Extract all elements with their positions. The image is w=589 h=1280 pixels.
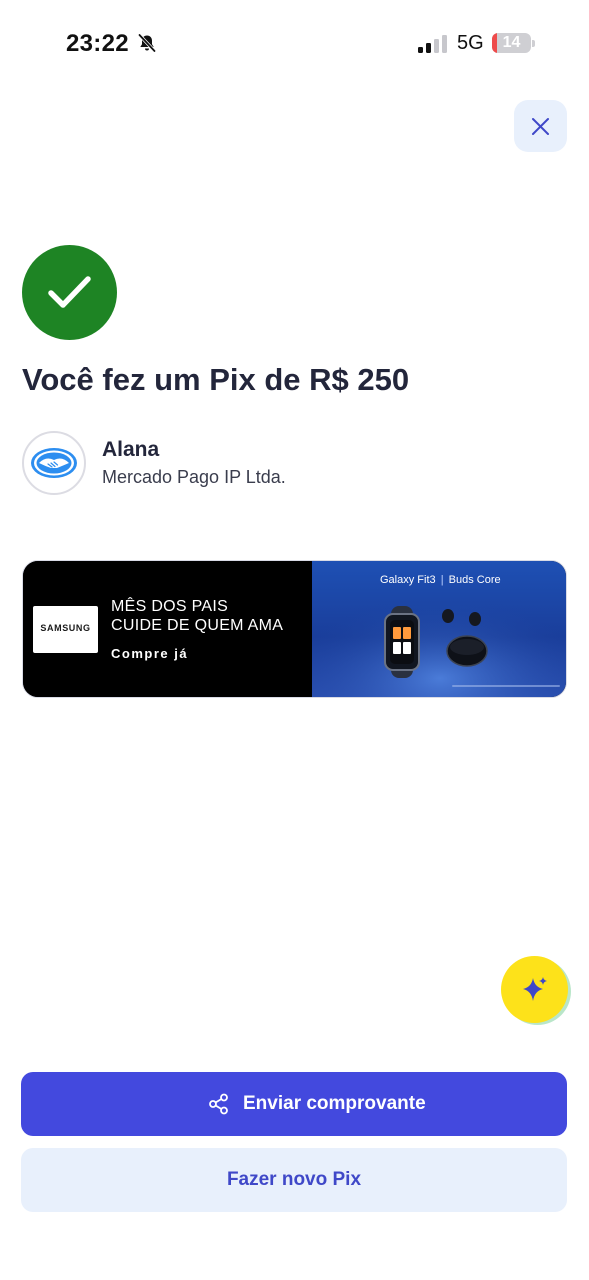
close-icon <box>532 118 549 135</box>
ad-text-panel: SAMSUNG MÊS DOS PAIS CUIDE DE QUEM AMA C… <box>23 561 312 697</box>
ad-headline-line2: CUIDE DE QUEM AMA <box>111 617 284 634</box>
status-bar: 23:22 5G 14 <box>0 0 589 86</box>
signal-bars-icon <box>417 34 449 54</box>
recipient-institution: Mercado Pago IP Ltda. <box>102 467 286 487</box>
network-type: 5G <box>457 32 484 54</box>
recipient-avatar <box>22 431 86 495</box>
new-pix-button[interactable]: Fazer novo Pix <box>21 1148 567 1212</box>
ad-banner[interactable]: SAMSUNG MÊS DOS PAIS CUIDE DE QUEM AMA C… <box>22 560 567 698</box>
new-pix-label: Fazer novo Pix <box>226 1169 362 1190</box>
ad-headline-line1: MÊS DOS PAIS <box>111 598 229 615</box>
sparkle-icon <box>523 977 547 1001</box>
battery-indicator: 14 <box>492 33 536 53</box>
transfer-headline: Você fez um Pix de R$ 250 <box>22 362 410 397</box>
recipient-name: Alana <box>102 438 160 461</box>
ad-cta-link[interactable]: Compre já <box>111 646 188 661</box>
ad-product1: Galaxy Fit3 <box>380 574 436 586</box>
bell-slash-icon <box>137 33 157 53</box>
send-receipt-label: Enviar comprovante <box>243 1093 426 1114</box>
handshake-logo-icon <box>31 448 77 478</box>
battery-level: 14 <box>502 34 521 51</box>
ad-product-panel: Galaxy Fit3 | Buds Core <box>312 561 566 697</box>
close-button[interactable] <box>514 100 567 152</box>
ad-products: Galaxy Fit3 | Buds Core <box>380 574 501 586</box>
ad-product-separator: | <box>440 574 444 586</box>
ad-brand: SAMSUNG <box>40 623 91 633</box>
checkmark-icon <box>48 276 91 308</box>
samsung-logo: SAMSUNG <box>33 606 98 653</box>
ad-product2: Buds Core <box>448 574 501 586</box>
status-time: 23:22 <box>66 30 129 57</box>
send-receipt-button[interactable]: Enviar comprovante <box>21 1072 567 1136</box>
assistant-button[interactable] <box>501 956 568 1023</box>
share-icon <box>209 1093 228 1115</box>
success-status-icon <box>22 245 117 340</box>
